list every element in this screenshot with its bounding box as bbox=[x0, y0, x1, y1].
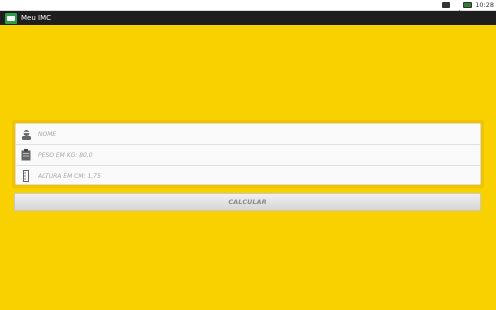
calculate-button[interactable]: CALCULAR bbox=[14, 193, 481, 211]
name-input[interactable] bbox=[38, 130, 438, 138]
form-panel bbox=[12, 120, 484, 188]
person-icon bbox=[19, 127, 33, 141]
form-fields bbox=[15, 123, 481, 185]
ruler-icon bbox=[19, 169, 33, 183]
height-field-row bbox=[16, 165, 480, 186]
name-field-row bbox=[16, 124, 480, 144]
app-title: Meu IMC bbox=[21, 14, 51, 22]
status-icons: 10:28 bbox=[442, 0, 494, 17]
signal-icon bbox=[453, 2, 461, 17]
weight-input[interactable] bbox=[38, 151, 438, 159]
screenshot-icon bbox=[442, 2, 451, 8]
status-bar: 10:28 bbox=[0, 0, 496, 17]
action-bar: Meu IMC bbox=[0, 11, 496, 25]
status-clock: 10:28 bbox=[475, 1, 494, 9]
height-input[interactable] bbox=[38, 172, 438, 180]
weight-field-row bbox=[16, 144, 480, 165]
clipboard-icon bbox=[19, 148, 33, 162]
app-scale-icon[interactable] bbox=[5, 12, 17, 24]
battery-icon bbox=[463, 2, 473, 8]
